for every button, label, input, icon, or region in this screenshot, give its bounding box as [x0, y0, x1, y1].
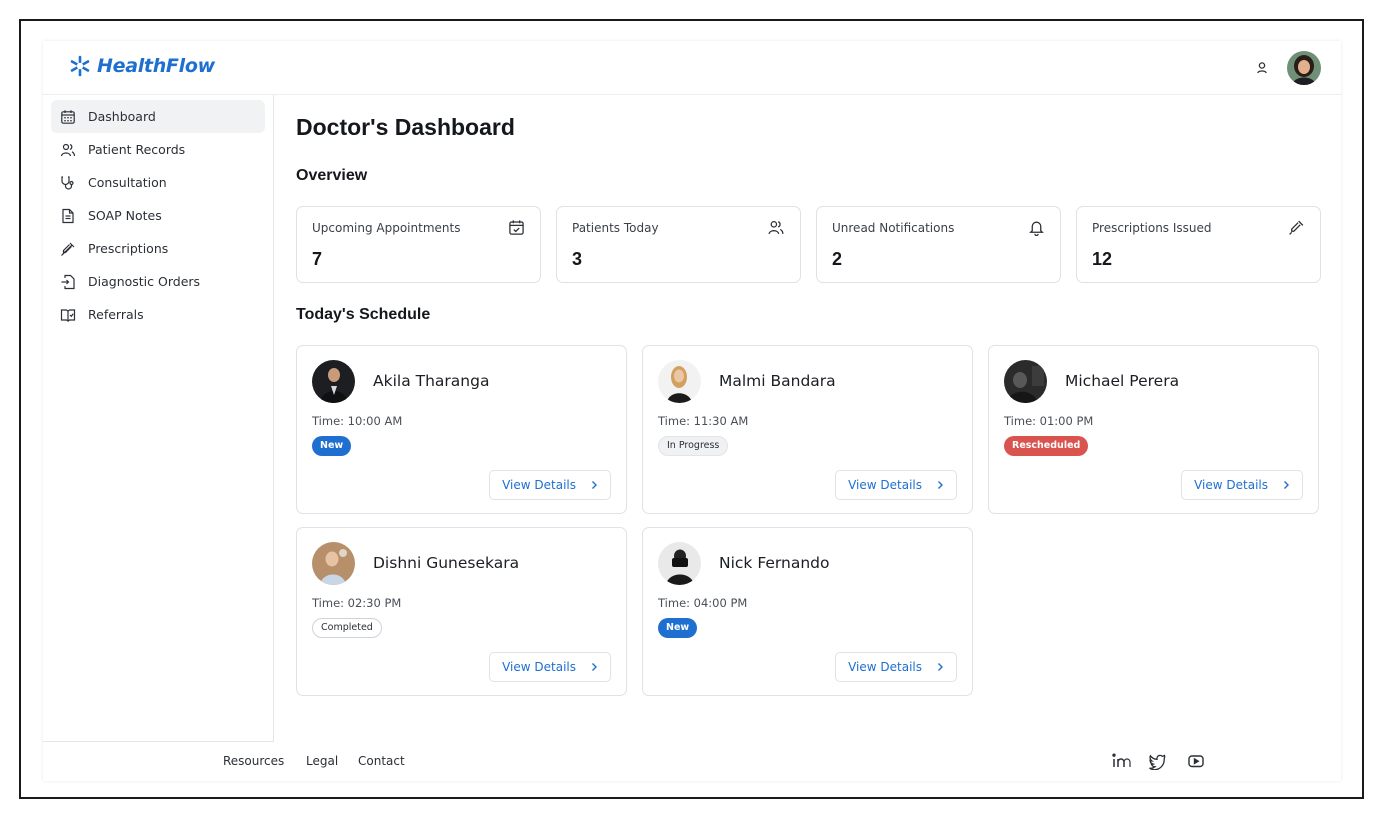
- button-label: View Details: [848, 660, 922, 674]
- appointment-card: Nick Fernando Time: 04:00 PM New View De…: [642, 527, 973, 696]
- app-container: HealthFlow Dashboard Patient Records Con…: [43, 41, 1341, 781]
- patient-name: Michael Perera: [1065, 372, 1180, 390]
- status-badge: New: [312, 436, 352, 456]
- avatar: [1004, 360, 1047, 403]
- appointment-time: Time: 01:00 PM: [1004, 414, 1094, 428]
- stethoscope-icon: [61, 175, 74, 190]
- sidebar-item-label: Diagnostic Orders: [88, 274, 201, 289]
- stat-label: Patients Today: [572, 221, 659, 235]
- status-badge: Rescheduled: [1004, 436, 1089, 456]
- overview-heading: Overview: [296, 167, 368, 184]
- patient-name: Malmi Bandara: [719, 372, 836, 390]
- sidebar-item-patient-records[interactable]: Patient Records: [51, 133, 265, 166]
- appointment-time: Time: 04:00 PM: [658, 596, 748, 610]
- appointment-time: Time: 11:30 AM: [658, 414, 749, 428]
- calendar-check-icon: [509, 220, 524, 235]
- stat-value: 3: [572, 249, 583, 269]
- sidebar-item-referrals[interactable]: Referrals: [51, 298, 265, 331]
- book-check-icon: [60, 308, 76, 322]
- sidebar-item-diagnostic-orders[interactable]: Diagnostic Orders: [51, 265, 265, 298]
- view-details-button[interactable]: View Details: [489, 470, 611, 500]
- footer: Resources Legal Contact: [43, 742, 1341, 781]
- sidebar: Dashboard Patient Records Consultation S…: [43, 95, 274, 742]
- stat-value: 12: [1092, 249, 1113, 269]
- button-label: View Details: [502, 478, 576, 492]
- users-icon: [768, 221, 784, 235]
- chevron-right-icon: [592, 663, 597, 671]
- page-title: Doctor's Dashboard: [296, 114, 515, 140]
- sidebar-item-label: Consultation: [88, 175, 167, 190]
- appointment-time: Time: 02:30 PM: [312, 596, 402, 610]
- status-badge: New: [658, 618, 698, 638]
- sidebar-item-dashboard[interactable]: Dashboard: [51, 100, 265, 133]
- sidebar-item-soap-notes[interactable]: SOAP Notes: [51, 199, 265, 232]
- avatar: [658, 360, 701, 403]
- stat-value: 2: [832, 249, 843, 269]
- user-icon[interactable]: [1253, 59, 1271, 77]
- footer-link-resources[interactable]: Resources: [223, 754, 284, 768]
- status-badge: In Progress: [658, 436, 729, 456]
- sidebar-item-label: Dashboard: [88, 109, 156, 124]
- bell-icon: [1029, 221, 1044, 236]
- logo-text: HealthFlow: [97, 55, 215, 77]
- stats-row: Upcoming Appointments 7 Patients Today 3: [296, 206, 1321, 283]
- sidebar-item-label: Referrals: [88, 307, 144, 322]
- view-details-button[interactable]: View Details: [1181, 470, 1303, 500]
- file-export-icon: [61, 274, 75, 289]
- button-label: View Details: [502, 660, 576, 674]
- patient-name: Akila Tharanga: [373, 372, 490, 390]
- patient-name: Dishni Gunesekara: [373, 554, 520, 572]
- appointment-card: Akila Tharanga Time: 10:00 AM New View D…: [296, 345, 627, 514]
- button-label: View Details: [848, 478, 922, 492]
- chevron-right-icon: [938, 663, 943, 671]
- document-icon: [62, 208, 74, 223]
- chevron-right-icon: [592, 481, 597, 489]
- logo-icon: [67, 55, 93, 77]
- footer-link-contact[interactable]: Contact: [358, 754, 405, 768]
- window-frame: HealthFlow Dashboard Patient Records Con…: [19, 19, 1364, 799]
- schedule-heading: Today's Schedule: [296, 306, 431, 323]
- stat-value: 7: [312, 249, 323, 269]
- footer-link-legal[interactable]: Legal: [306, 754, 338, 768]
- syringe-icon: [1289, 220, 1304, 235]
- linkedin-icon[interactable]: [1111, 752, 1131, 775]
- patient-name: Nick Fernando: [719, 554, 830, 572]
- youtube-icon[interactable]: [1187, 752, 1205, 775]
- view-details-button[interactable]: View Details: [835, 652, 957, 682]
- sidebar-item-label: Patient Records: [88, 142, 186, 157]
- top-header: HealthFlow: [43, 41, 1341, 95]
- main-content: Doctor's Dashboard Overview Upcoming App…: [296, 95, 1321, 745]
- sidebar-item-consultation[interactable]: Consultation: [51, 166, 265, 199]
- stat-card-unread-notifications: Unread Notifications 2: [816, 206, 1061, 283]
- button-label: View Details: [1194, 478, 1268, 492]
- appointment-card: Michael Perera Time: 01:00 PM Reschedule…: [988, 345, 1319, 514]
- schedule-grid: Akila Tharanga Time: 10:00 AM New View D…: [296, 345, 1319, 696]
- stat-label: Upcoming Appointments: [312, 221, 461, 235]
- chevron-right-icon: [1284, 481, 1289, 489]
- logo[interactable]: HealthFlow: [67, 55, 215, 77]
- sidebar-item-prescriptions[interactable]: Prescriptions: [51, 232, 265, 265]
- view-details-button[interactable]: View Details: [489, 652, 611, 682]
- users-icon: [60, 143, 76, 156]
- avatar[interactable]: [1287, 51, 1321, 85]
- twitter-icon[interactable]: [1148, 752, 1166, 775]
- stat-label: Prescriptions Issued: [1092, 221, 1212, 235]
- stat-card-upcoming-appointments: Upcoming Appointments 7: [296, 206, 541, 283]
- syringe-icon: [61, 242, 75, 256]
- stat-card-prescriptions-issued: Prescriptions Issued 12: [1076, 206, 1321, 283]
- appointment-card: Malmi Bandara Time: 11:30 AM In Progress…: [642, 345, 973, 514]
- calendar-icon: [61, 109, 75, 124]
- stat-card-patients-today: Patients Today 3: [556, 206, 801, 283]
- status-badge: Completed: [312, 618, 382, 638]
- view-details-button[interactable]: View Details: [835, 470, 957, 500]
- sidebar-item-label: SOAP Notes: [88, 208, 162, 223]
- sidebar-item-label: Prescriptions: [88, 241, 169, 256]
- appointment-card: Dishni Gunesekara Time: 02:30 PM Complet…: [296, 527, 627, 696]
- avatar: [658, 542, 701, 585]
- stat-label: Unread Notifications: [832, 221, 955, 235]
- avatar: [312, 360, 355, 403]
- chevron-right-icon: [938, 481, 943, 489]
- avatar: [312, 542, 355, 585]
- appointment-time: Time: 10:00 AM: [312, 414, 403, 428]
